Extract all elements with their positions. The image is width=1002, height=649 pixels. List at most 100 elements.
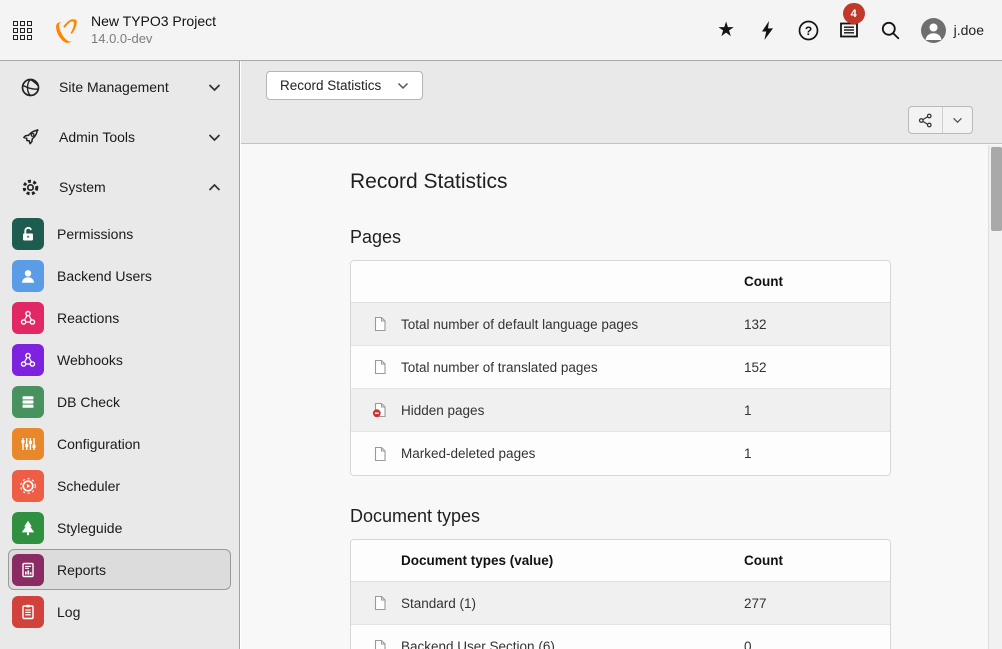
module-label: Reactions xyxy=(57,310,119,326)
chevron-down-icon xyxy=(952,117,963,124)
system-information-button[interactable]: 4 xyxy=(829,0,870,60)
chevron-up-icon xyxy=(208,183,221,192)
module-backend-users[interactable]: Backend Users xyxy=(8,255,231,296)
scrollbar-thumb[interactable] xyxy=(991,147,1002,231)
share-icon xyxy=(918,113,933,128)
share-split-button xyxy=(908,106,973,134)
help-icon: ? xyxy=(798,20,819,41)
backend-users-icon xyxy=(12,260,44,292)
row-label: Hidden pages xyxy=(401,403,744,418)
section-label: System xyxy=(59,179,106,195)
section-label: Admin Tools xyxy=(59,129,135,145)
log-icon xyxy=(12,596,44,628)
typo3-logo-icon xyxy=(52,17,79,44)
row-label: Standard (1) xyxy=(401,596,744,611)
page-icon xyxy=(351,595,401,611)
module-styleguide[interactable]: Styleguide xyxy=(8,507,231,548)
search-icon xyxy=(881,21,900,40)
row-count: 152 xyxy=(744,360,890,375)
document-types-table: Document types (value) Count Standard (1… xyxy=(350,539,891,649)
column-header-count: Count xyxy=(744,553,890,568)
typo3-logo-link[interactable]: New TYPO3 Project 14.0.0-dev xyxy=(52,13,216,47)
module-label: Styleguide xyxy=(57,520,122,536)
section-heading-pages: Pages xyxy=(350,227,988,248)
styleguide-icon xyxy=(12,512,44,544)
module-reports[interactable]: Reports xyxy=(8,549,231,590)
share-dropdown-toggle[interactable] xyxy=(943,107,972,133)
typo3-version: 14.0.0-dev xyxy=(91,31,216,47)
table-header-row: Document types (value) Count xyxy=(351,540,890,582)
module-menu: Site Management Admin Tools xyxy=(0,61,240,649)
pages-table: Count Total number of default language p… xyxy=(350,260,891,476)
section-site-management[interactable]: Site Management xyxy=(0,62,239,112)
table-row: Standard (1) 277 xyxy=(351,582,890,625)
row-label: Backend User Section (6) xyxy=(401,639,744,649)
user-menu-button[interactable]: j.doe xyxy=(911,0,988,60)
notification-badge: 4 xyxy=(843,3,865,24)
module-label: Backend Users xyxy=(57,268,152,284)
app-grid-button[interactable] xyxy=(0,0,44,60)
row-label: Total number of default language pages xyxy=(401,317,744,332)
bookmarks-button[interactable]: ★ xyxy=(706,0,747,60)
module-permissions[interactable]: Permissions xyxy=(8,213,231,254)
row-count: 132 xyxy=(744,317,890,332)
doc-header: Record Statistics xyxy=(241,61,1002,144)
module-reactions[interactable]: Reactions xyxy=(8,297,231,338)
help-button[interactable]: ? xyxy=(788,0,829,60)
module-configuration[interactable]: Configuration xyxy=(8,423,231,464)
share-button[interactable] xyxy=(909,107,942,133)
project-title: New TYPO3 Project xyxy=(91,13,216,31)
report-select-value: Record Statistics xyxy=(280,78,381,93)
avatar xyxy=(921,18,946,43)
chevron-down-icon xyxy=(208,133,221,142)
module-label: Permissions xyxy=(57,226,133,242)
module-label: Log xyxy=(57,604,80,620)
section-label: Site Management xyxy=(59,79,169,95)
table-row: Hidden pages 1 xyxy=(351,389,890,432)
reports-icon xyxy=(12,554,44,586)
permissions-icon xyxy=(12,218,44,250)
username: j.doe xyxy=(954,22,984,38)
configuration-icon xyxy=(12,428,44,460)
module-label: Reports xyxy=(57,562,106,578)
typo3-backend: New TYPO3 Project 14.0.0-dev ★ ? xyxy=(0,0,1002,649)
column-header-count: Count xyxy=(744,274,890,289)
rocket-icon xyxy=(21,128,40,147)
clear-cache-button[interactable] xyxy=(747,0,788,60)
module-webhooks[interactable]: Webhooks xyxy=(8,339,231,380)
page-icon xyxy=(351,446,401,462)
globe-icon xyxy=(21,78,40,97)
module-label: Configuration xyxy=(57,436,140,452)
svg-text:?: ? xyxy=(804,23,811,37)
module-label: Webhooks xyxy=(57,352,123,368)
section-system[interactable]: System xyxy=(0,162,239,212)
chevron-down-icon xyxy=(208,83,221,92)
page-title: Record Statistics xyxy=(350,170,988,194)
table-row: Total number of translated pages 152 xyxy=(351,346,890,389)
star-icon: ★ xyxy=(717,20,735,40)
report-select-dropdown[interactable]: Record Statistics xyxy=(266,71,423,100)
row-label: Total number of translated pages xyxy=(401,360,744,375)
row-count: 1 xyxy=(744,403,890,418)
module-label: DB Check xyxy=(57,394,120,410)
gear-icon xyxy=(21,178,40,197)
table-row: Total number of default language pages 1… xyxy=(351,303,890,346)
column-header-label: Document types (value) xyxy=(351,553,744,568)
table-header-row: Count xyxy=(351,261,890,303)
chevron-down-icon xyxy=(397,82,409,90)
search-button[interactable] xyxy=(870,0,911,60)
report-content: Record Statistics Pages Count Total numb… xyxy=(241,145,988,649)
topbar-toolbar: ★ ? xyxy=(706,0,988,60)
module-log[interactable]: Log xyxy=(8,591,231,632)
module-db-check[interactable]: DB Check xyxy=(8,381,231,422)
reactions-icon xyxy=(12,302,44,334)
row-count: 1 xyxy=(744,446,890,461)
section-admin-tools[interactable]: Admin Tools xyxy=(0,112,239,162)
module-label: Scheduler xyxy=(57,478,120,494)
webhooks-icon xyxy=(12,344,44,376)
module-body: Record Statistics xyxy=(241,61,1002,649)
module-scheduler[interactable]: Scheduler xyxy=(8,465,231,506)
grid-icon xyxy=(13,21,32,40)
content-scrollbar[interactable] xyxy=(988,145,1002,649)
topbar: New TYPO3 Project 14.0.0-dev ★ ? xyxy=(0,0,1002,61)
